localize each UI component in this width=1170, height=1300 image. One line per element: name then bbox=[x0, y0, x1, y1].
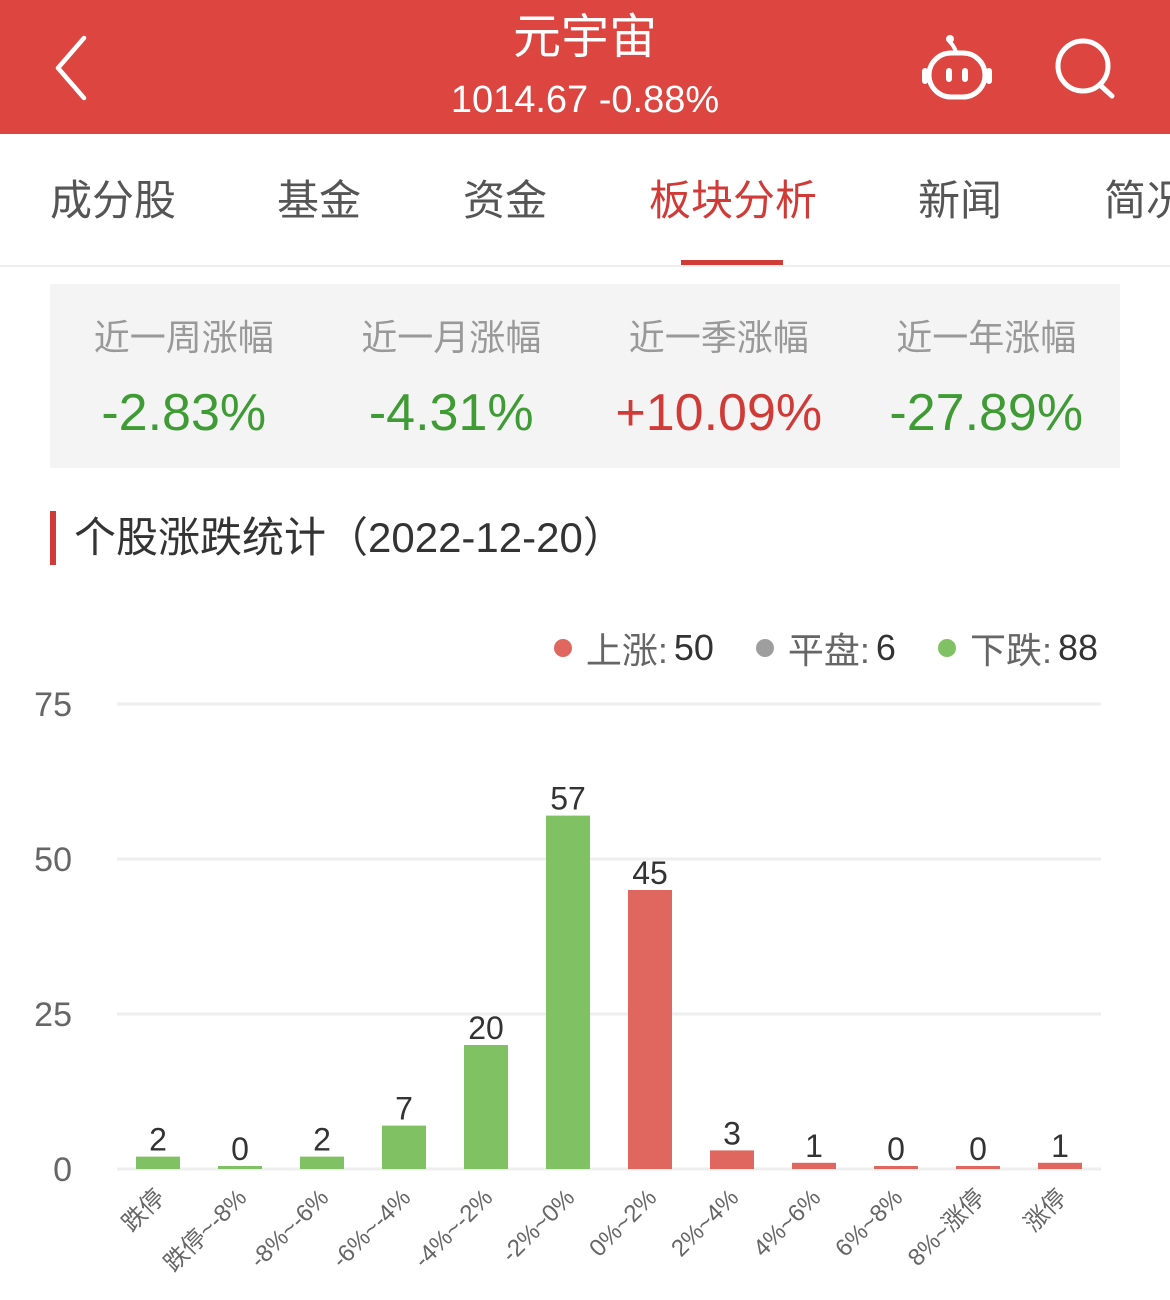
assistant-button[interactable] bbox=[918, 32, 996, 102]
x-tick-label: 跌停~-8% bbox=[159, 1184, 252, 1277]
bar[interactable] bbox=[628, 890, 672, 1169]
stat-value: -4.31% bbox=[368, 384, 534, 442]
legend-label: 上涨: bbox=[585, 630, 668, 671]
bar-value-label: 0 bbox=[887, 1131, 905, 1167]
bar-value-label: 45 bbox=[632, 855, 668, 891]
x-tick-label: 跌停 bbox=[117, 1184, 170, 1237]
robot-icon bbox=[922, 35, 992, 100]
bar-value-label: 57 bbox=[550, 781, 586, 817]
tab-funds[interactable]: 基金 bbox=[277, 176, 361, 226]
bars bbox=[136, 815, 1082, 1169]
x-tick-label: -4%~-2% bbox=[409, 1184, 498, 1273]
tab-constituents[interactable]: 成分股 bbox=[50, 176, 176, 226]
bar-value-label: 2 bbox=[149, 1122, 167, 1158]
value-labels: 2 0 272057453 1 0 0 1 bbox=[149, 781, 1069, 1167]
x-tick-label: 6%~8% bbox=[830, 1184, 908, 1262]
stat-year: 近一年涨幅 -27.89% bbox=[853, 284, 1121, 468]
x-tick-label: 8%~涨停 bbox=[903, 1184, 990, 1271]
tab-bar: 成分股 基金 资金 板块分析 新闻 简况 bbox=[0, 134, 1170, 267]
stat-week: 近一周涨幅 -2.83% bbox=[50, 284, 318, 468]
stat-label: 近一年涨幅 bbox=[896, 317, 1077, 358]
bar[interactable] bbox=[300, 1156, 344, 1169]
bar-value-label: 20 bbox=[468, 1010, 504, 1046]
bar-value-label: 0 bbox=[969, 1131, 987, 1167]
stat-value: +10.09% bbox=[615, 384, 823, 442]
legend-item-flat: 平盘: 6 bbox=[755, 622, 896, 674]
bar[interactable] bbox=[464, 1045, 508, 1169]
stat-quarter: 近一季涨幅 +10.09% bbox=[585, 284, 853, 468]
legend-label: 下跌: bbox=[969, 630, 1052, 671]
x-tick-label: 4%~6% bbox=[748, 1184, 826, 1262]
tab-sector-analysis[interactable]: 板块分析 bbox=[649, 176, 817, 226]
legend-count: 6 bbox=[875, 627, 896, 668]
y-tick-label: 25 bbox=[34, 996, 72, 1034]
stat-label: 近一周涨幅 bbox=[93, 317, 274, 358]
chart-legend: 上涨: 50 平盘: 6 下跌: 88 bbox=[512, 622, 1098, 674]
x-tick-label: -6%~-4% bbox=[327, 1184, 416, 1273]
bar-value-label: 1 bbox=[805, 1128, 823, 1164]
stat-value: -2.83% bbox=[101, 384, 267, 442]
stat-label: 近一季涨幅 bbox=[628, 317, 809, 358]
performance-summary: 近一周涨幅 -2.83% 近一月涨幅 -4.31% 近一季涨幅 +10.09% … bbox=[50, 284, 1120, 468]
y-axis-ticks: 0 25 50 75 bbox=[34, 686, 72, 1189]
x-tick-label: -2%~0% bbox=[497, 1184, 581, 1268]
y-tick-label: 50 bbox=[34, 841, 72, 879]
bar-value-label: 2 bbox=[313, 1122, 331, 1158]
bar-value-label: 3 bbox=[723, 1115, 741, 1151]
top-bar: 元宇宙 1014.67 -0.88% bbox=[0, 0, 1170, 134]
tab-capital[interactable]: 资金 bbox=[463, 176, 547, 226]
bar-value-label: 0 bbox=[231, 1131, 249, 1167]
y-tick-label: 75 bbox=[34, 686, 72, 724]
legend-dot-icon bbox=[755, 639, 774, 657]
legend-label: 平盘: bbox=[787, 630, 870, 671]
bar[interactable] bbox=[136, 1156, 180, 1169]
legend-item-down: 下跌: 88 bbox=[937, 622, 1098, 674]
legend-count: 88 bbox=[1057, 627, 1098, 668]
grid-lines bbox=[117, 702, 1101, 1171]
stat-month: 近一月涨幅 -4.31% bbox=[318, 284, 586, 468]
y-tick-label: 0 bbox=[53, 1151, 72, 1189]
x-tick-label: 0%~2% bbox=[584, 1184, 662, 1262]
stat-label: 近一月涨幅 bbox=[361, 317, 542, 358]
bar[interactable] bbox=[382, 1125, 426, 1169]
search-icon bbox=[1055, 38, 1115, 99]
active-tab-indicator bbox=[681, 260, 783, 265]
legend-count: 50 bbox=[673, 627, 714, 668]
bar[interactable] bbox=[546, 815, 590, 1169]
section-title: 个股涨跌统计（2022-12-20） bbox=[74, 514, 625, 561]
stat-value: -27.89% bbox=[889, 384, 1084, 442]
legend-dot-icon bbox=[937, 639, 956, 657]
price-change-distribution-chart: 0255075 2 0 272057453 1 0 0 1 跌停跌停~-8%-8%~-6%-… bbox=[34, 686, 1101, 1277]
legend-item-up: 上涨: 50 bbox=[553, 622, 714, 674]
tab-news[interactable]: 新闻 bbox=[918, 176, 1002, 226]
x-tick-label: 涨停 bbox=[1019, 1184, 1072, 1237]
bar-value-label: 1 bbox=[1051, 1128, 1069, 1164]
bar[interactable] bbox=[710, 1150, 754, 1169]
x-tick-label: 2%~4% bbox=[666, 1184, 744, 1262]
tab-overview[interactable]: 简况 bbox=[1104, 176, 1170, 226]
section-accent-bar bbox=[50, 511, 56, 565]
bar-value-label: 7 bbox=[395, 1091, 413, 1127]
x-tick-label: -8%~-6% bbox=[245, 1184, 334, 1273]
legend-dot-icon bbox=[553, 639, 572, 657]
search-button[interactable] bbox=[1052, 36, 1118, 100]
x-axis-labels: 跌停跌停~-8%-8%~-6%-6%~-4%-4%~-2%-2%~0% 0%~2%… bbox=[117, 1184, 1072, 1277]
